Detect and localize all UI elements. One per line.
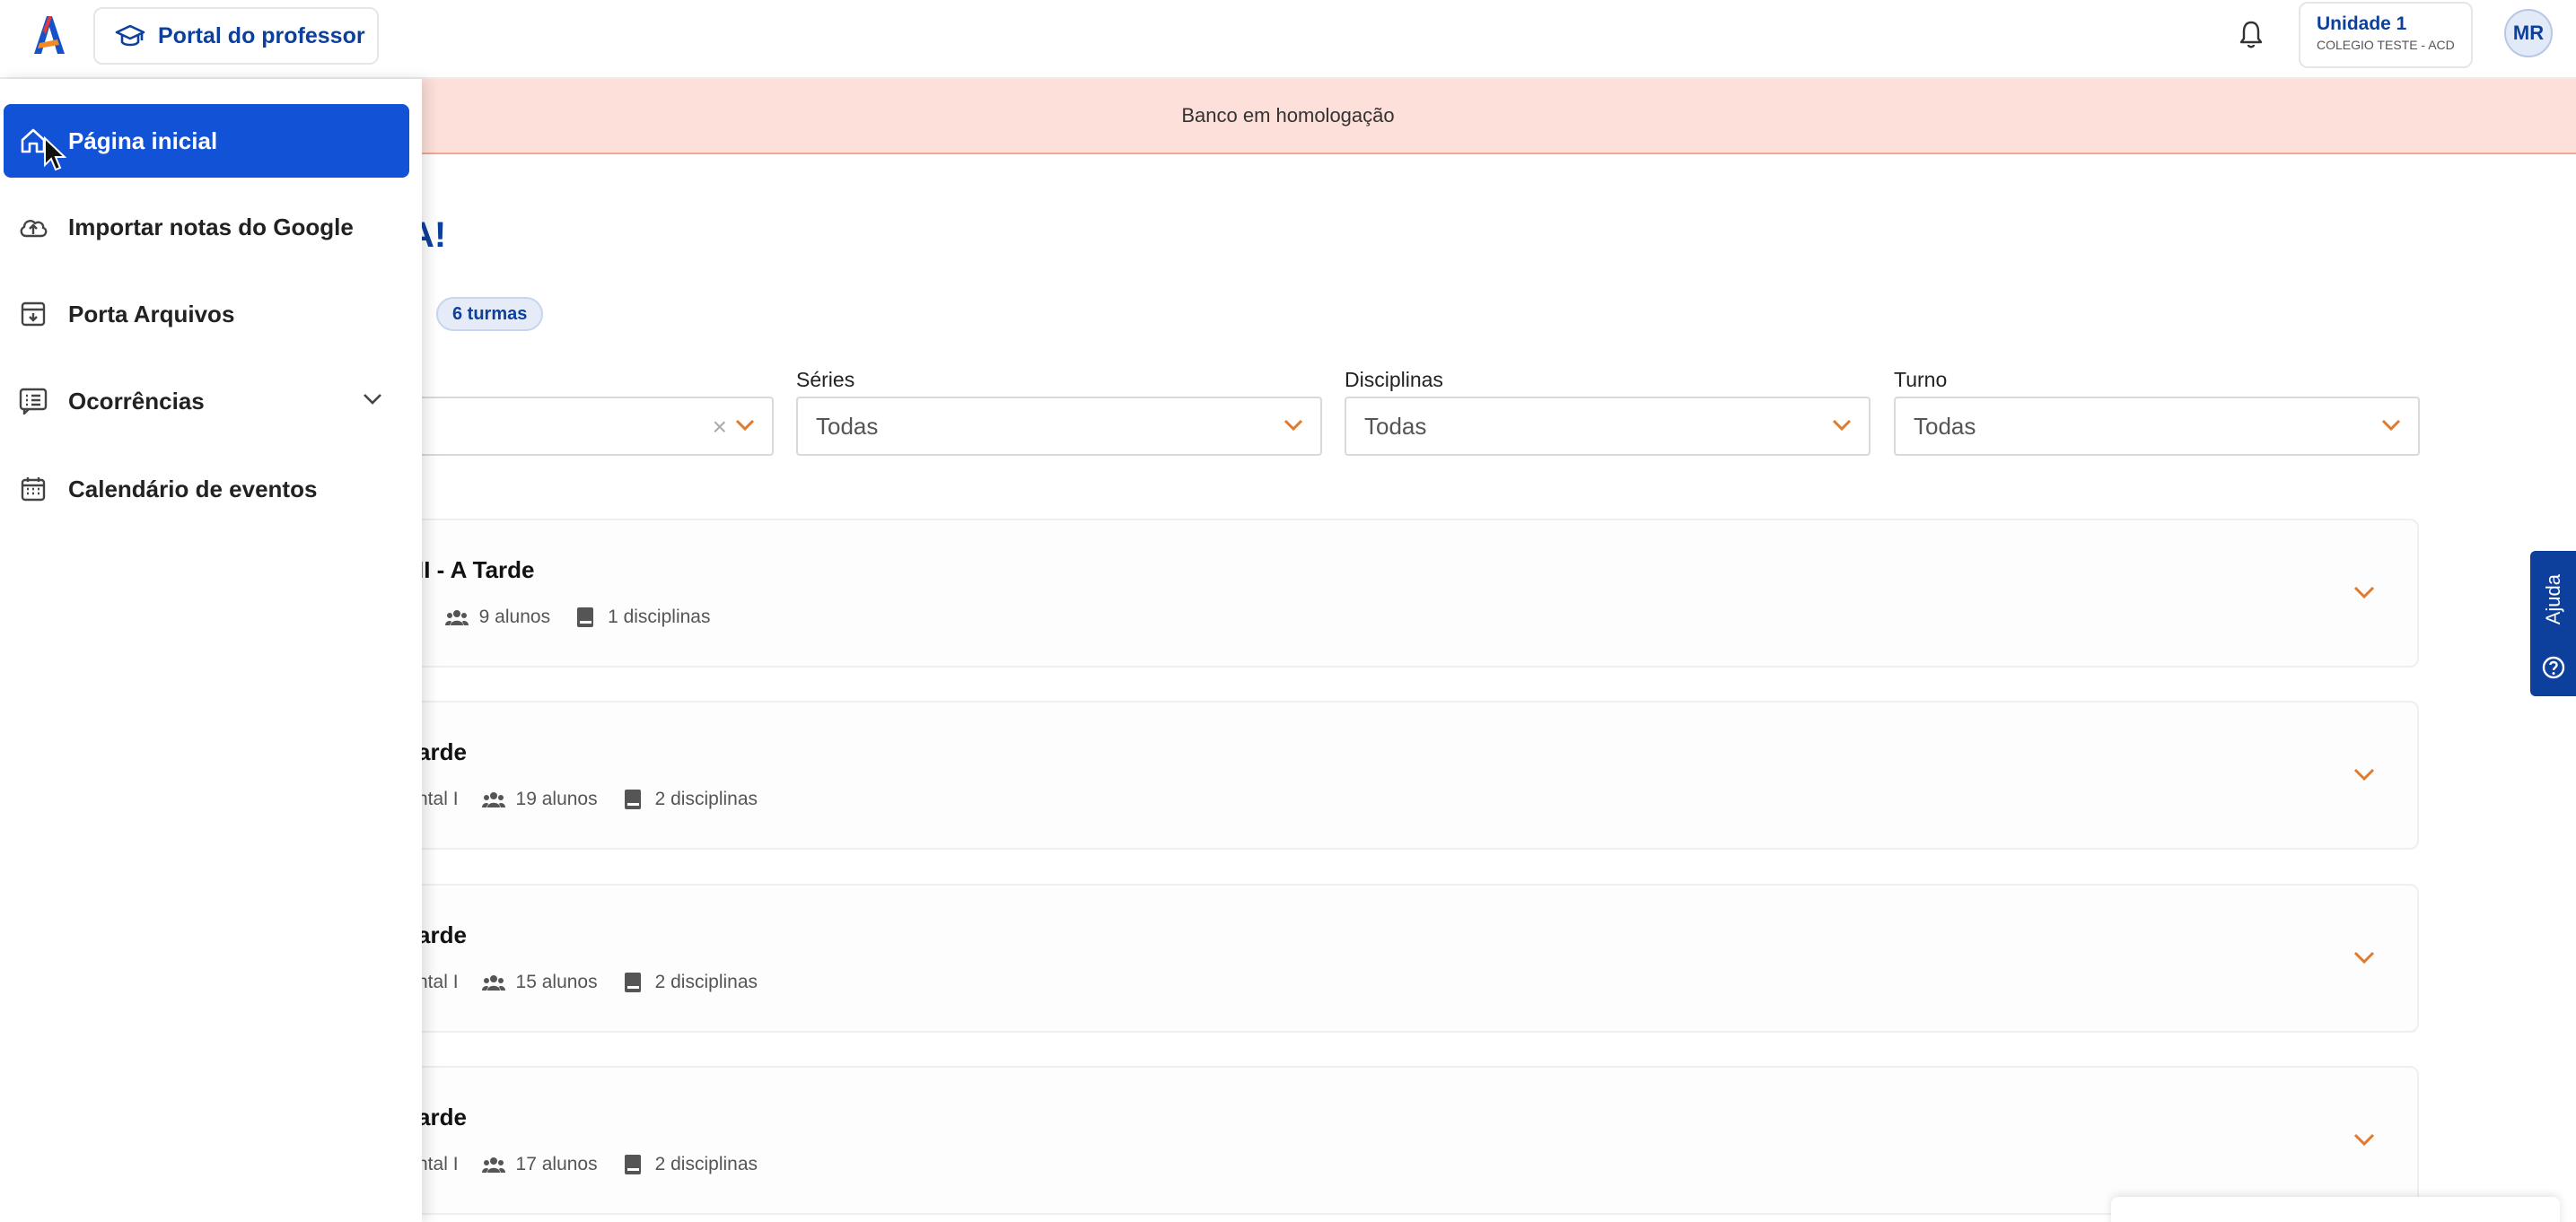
subjects-select[interactable]: Todas: [1345, 397, 1871, 456]
portal-label: Portal do professor: [158, 22, 365, 48]
user-avatar[interactable]: MR: [2504, 9, 2553, 57]
students-count: 9 alunos: [444, 607, 551, 628]
shift-select[interactable]: Todas: [1894, 397, 2420, 456]
chevron-down-icon: [2381, 419, 2401, 432]
users-icon: [481, 972, 505, 993]
book-icon: [621, 1154, 644, 1175]
expand-chevron-icon[interactable]: [2353, 1132, 2376, 1148]
sidebar-item-label: Importar notas do Google: [68, 213, 354, 240]
series-value: Todas: [816, 412, 879, 440]
class-card-title: arde: [417, 738, 467, 765]
students-count: 17 alunos: [481, 1154, 598, 1175]
school-level-select[interactable]: ×: [408, 397, 774, 456]
classes-count-badge: 6 turmas: [436, 297, 544, 331]
expand-chevron-icon[interactable]: [2353, 950, 2376, 966]
portal-professor-button[interactable]: Portal do professor: [93, 7, 379, 65]
sidebar: Página inicial Importar notas do Google …: [0, 79, 422, 1222]
students-count-label: 19 alunos: [515, 789, 598, 809]
class-card-title: II - A Tarde: [417, 556, 535, 583]
students-count: 19 alunos: [481, 789, 598, 810]
unit-selector[interactable]: Unidade 1 COLEGIO TESTE - ACD: [2299, 2, 2473, 68]
sidebar-item-calendar[interactable]: Calendário de eventos: [4, 452, 409, 526]
users-icon: [481, 789, 505, 810]
chevron-down-icon: [1284, 419, 1303, 432]
expand-chevron-icon[interactable]: [2353, 767, 2376, 783]
chevron-down-icon: [1832, 419, 1852, 432]
list-icon: [18, 386, 48, 416]
students-count: 15 alunos: [481, 972, 598, 993]
students-count-label: 15 alunos: [515, 972, 598, 992]
clear-filter-icon[interactable]: ×: [713, 413, 727, 441]
subjects-count: 1 disciplinas: [574, 607, 710, 628]
graduation-cap-icon: [115, 24, 145, 47]
class-card-title: arde: [417, 921, 467, 948]
class-level: ntal I: [417, 789, 459, 809]
class-card[interactable]: arde ntal I 15 alunos 2 disciplinas: [408, 884, 2419, 1033]
subjects-count-label: 2 disciplinas: [654, 789, 758, 809]
help-label: Ajuda: [2541, 574, 2564, 625]
subjects-value: Todas: [1364, 412, 1427, 440]
notifications-bell-icon[interactable]: [2233, 16, 2269, 52]
expand-chevron-icon[interactable]: [2353, 585, 2376, 601]
class-card-meta: l 9 alunos 1 disciplinas: [417, 607, 733, 628]
subjects-count: 2 disciplinas: [621, 1154, 758, 1175]
series-select[interactable]: Todas: [796, 397, 1322, 456]
class-card[interactable]: II - A Tarde l 9 alunos 1 disciplinas: [408, 519, 2419, 668]
class-card[interactable]: arde ntal I 19 alunos 2 disciplinas: [408, 701, 2419, 850]
students-count-label: 9 alunos: [478, 607, 551, 627]
book-icon: [574, 607, 597, 628]
sidebar-item-label: Porta Arquivos: [68, 300, 235, 327]
sidebar-item-files[interactable]: Porta Arquivos: [4, 277, 409, 351]
class-card-meta: ntal I 19 alunos 2 disciplinas: [417, 789, 781, 810]
bottom-popup-stub: [2111, 1197, 2560, 1222]
users-icon: [481, 1154, 505, 1175]
archive-icon: [18, 299, 48, 329]
chevron-down-icon: [735, 419, 755, 432]
banner-text: Banco em homologação: [1181, 104, 1395, 127]
subjects-count-label: 1 disciplinas: [608, 607, 711, 627]
sidebar-item-import-google-grades[interactable]: Importar notas do Google: [4, 190, 409, 264]
subjects-count: 2 disciplinas: [621, 789, 758, 810]
help-tab[interactable]: Ajuda: [2530, 551, 2576, 696]
subjects-count: 2 disciplinas: [621, 972, 758, 993]
sidebar-item-label: Página inicial: [68, 127, 218, 154]
mouse-cursor-icon: [44, 136, 66, 171]
class-card-meta: ntal I 17 alunos 2 disciplinas: [417, 1154, 781, 1175]
shift-value: Todas: [1914, 412, 1976, 440]
class-card[interactable]: arde ntal I 17 alunos 2 disciplinas: [408, 1066, 2419, 1215]
cloud-upload-icon: [18, 212, 48, 242]
calendar-icon: [18, 474, 48, 504]
users-icon: [444, 607, 469, 628]
top-bar: Portal do professor Unidade 1 COLEGIO TE…: [0, 0, 2576, 79]
unit-name: Unidade 1: [2317, 13, 2407, 34]
help-circle-icon: [2542, 656, 2564, 679]
sidebar-item-label: Calendário de eventos: [68, 475, 318, 502]
subjects-filter-label: Disciplinas: [1345, 368, 1443, 391]
book-icon: [621, 972, 644, 993]
app-logo[interactable]: [31, 13, 66, 57]
series-filter-label: Séries: [796, 368, 855, 391]
class-card-meta: ntal I 15 alunos 2 disciplinas: [417, 972, 781, 993]
unit-school: COLEGIO TESTE - ACD: [2317, 38, 2455, 52]
shift-filter-label: Turno: [1894, 368, 1948, 391]
class-card-title: arde: [417, 1104, 467, 1130]
book-icon: [621, 789, 644, 810]
class-level: ntal I: [417, 1154, 459, 1174]
subjects-count-label: 2 disciplinas: [654, 972, 758, 992]
subjects-count-label: 2 disciplinas: [654, 1154, 758, 1174]
sidebar-item-occurrences[interactable]: Ocorrências: [4, 364, 409, 438]
sidebar-item-label: Ocorrências: [68, 387, 205, 415]
students-count-label: 17 alunos: [515, 1154, 598, 1174]
class-level: ntal I: [417, 972, 459, 992]
chevron-down-icon[interactable]: [363, 393, 382, 406]
